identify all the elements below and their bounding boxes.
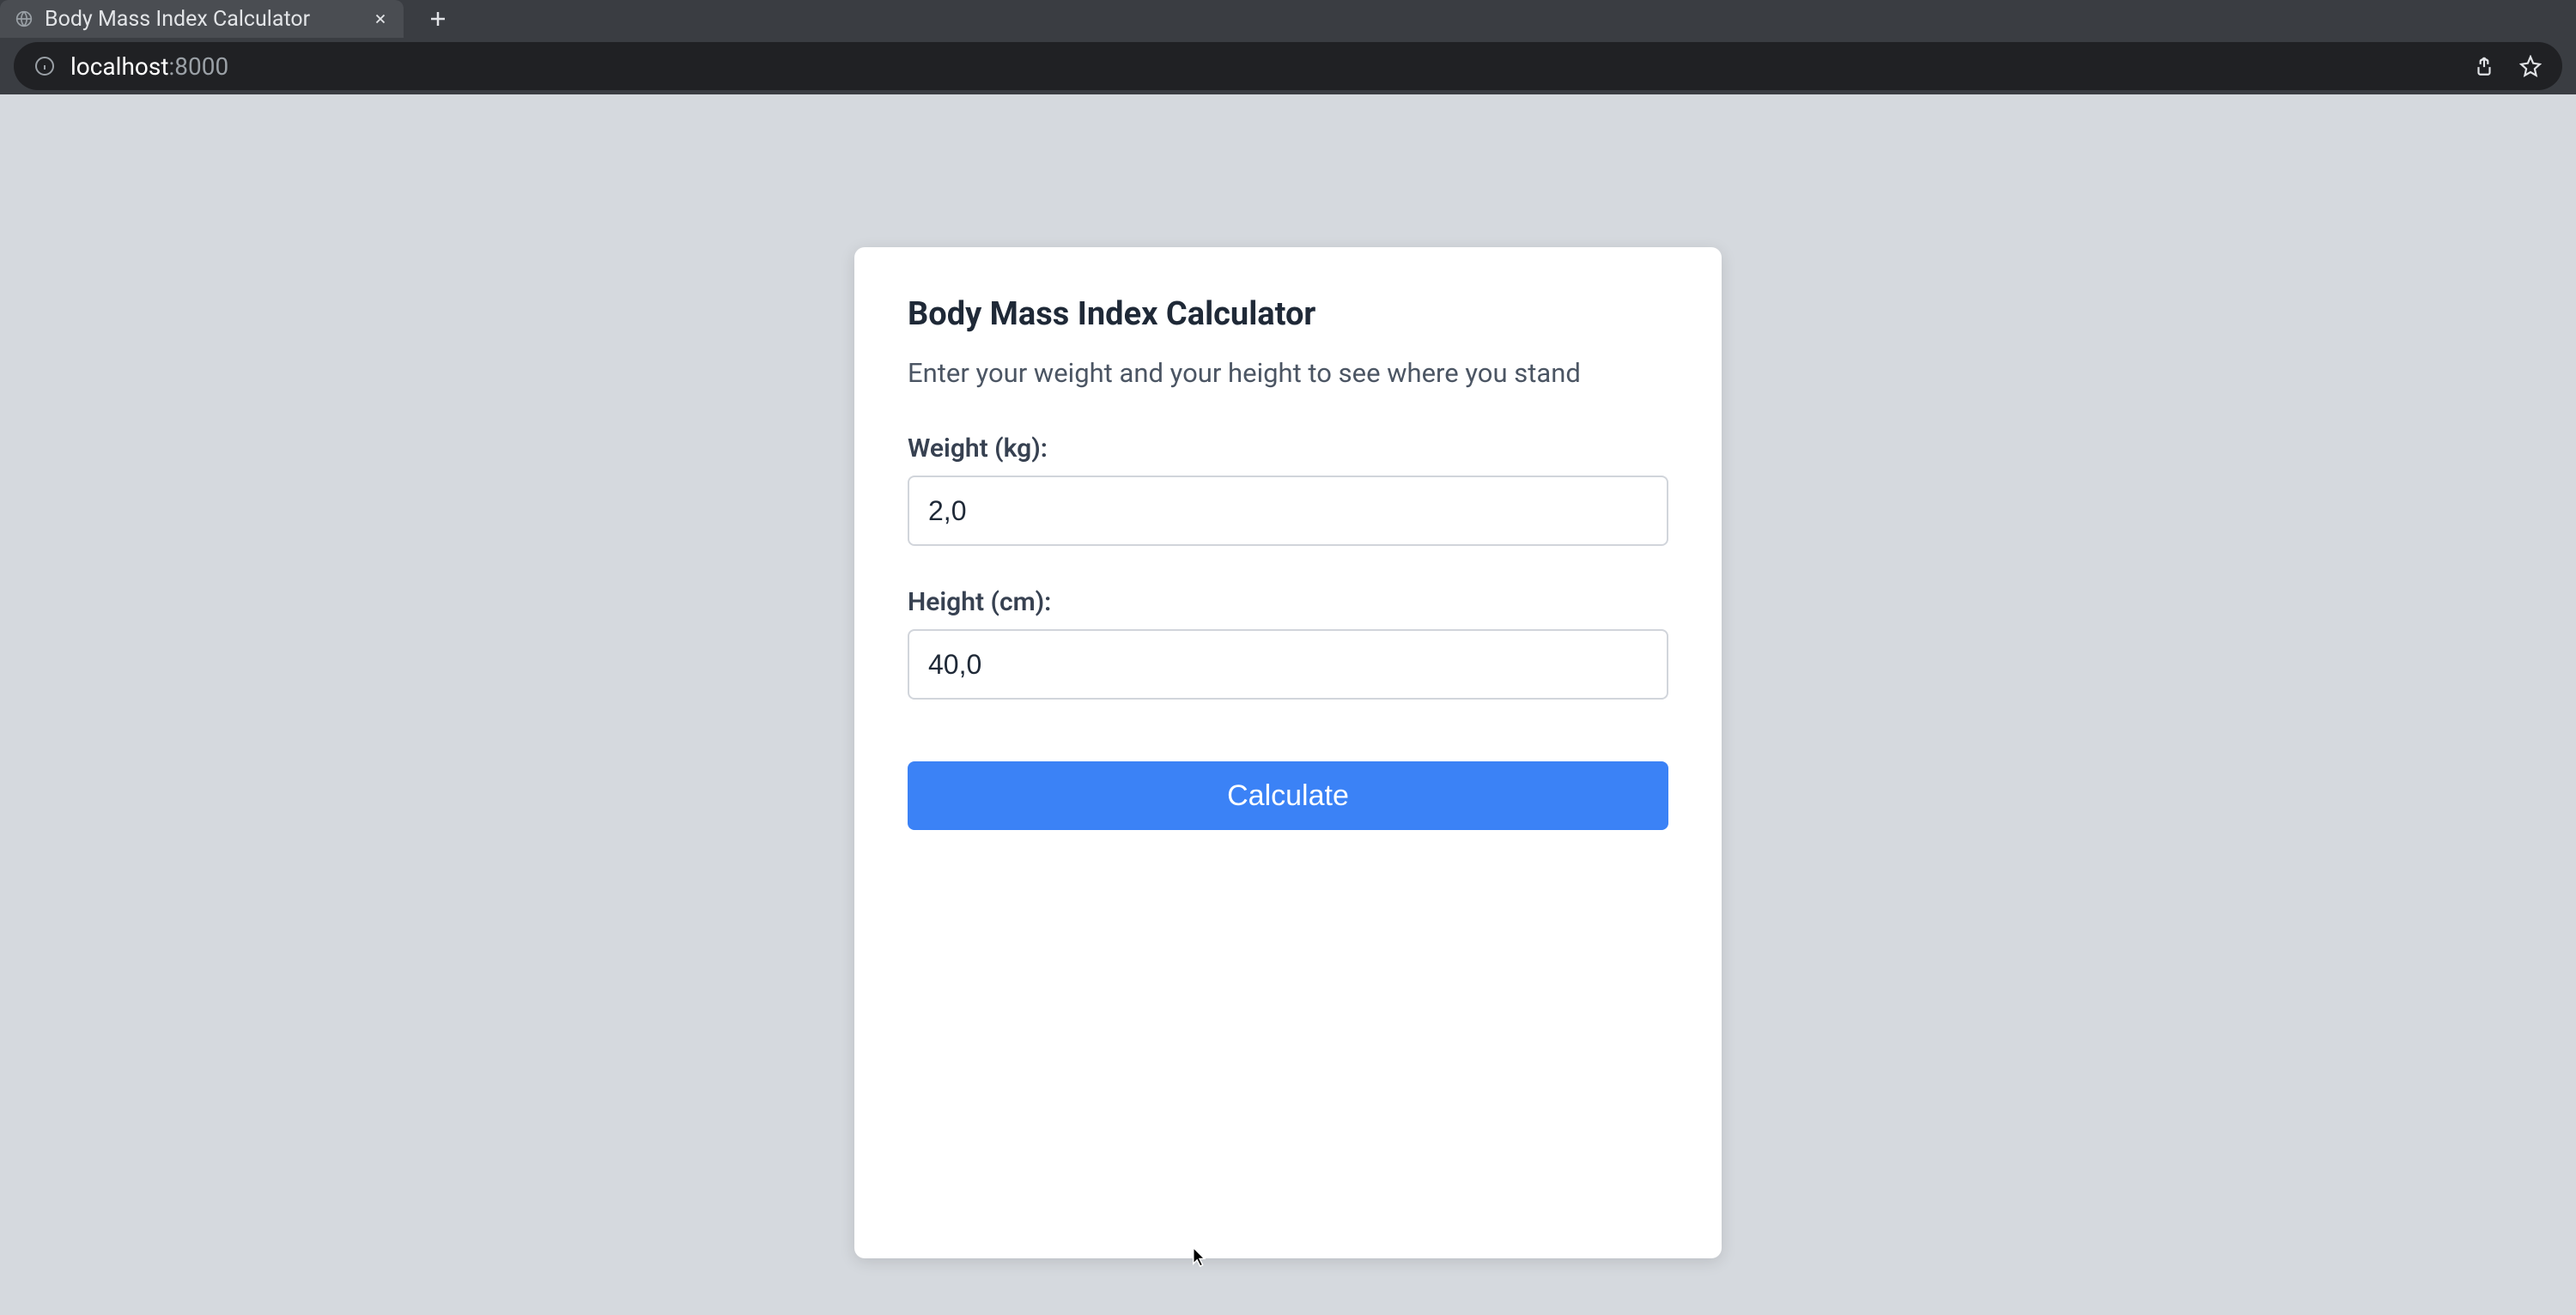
info-icon[interactable]: [34, 56, 55, 76]
height-input[interactable]: [908, 629, 1668, 700]
url-text: localhost:8000: [70, 52, 228, 81]
url-port: :8000: [168, 52, 228, 81]
page-content: Body Mass Index Calculator Enter your we…: [0, 76, 2576, 1258]
close-icon[interactable]: [373, 11, 388, 27]
card-title: Body Mass Index Calculator: [908, 295, 1668, 333]
weight-input[interactable]: [908, 476, 1668, 546]
globe-icon: [15, 10, 33, 27]
tab-title: Body Mass Index Calculator: [45, 7, 361, 32]
calculate-button[interactable]: Calculate: [908, 761, 1668, 830]
browser-tab[interactable]: Body Mass Index Calculator: [0, 0, 404, 38]
url-host: localhost: [70, 52, 168, 81]
tab-bar: Body Mass Index Calculator: [0, 0, 2576, 38]
bmi-card: Body Mass Index Calculator Enter your we…: [854, 247, 1722, 1258]
star-icon[interactable]: [2519, 55, 2542, 77]
address-bar[interactable]: localhost:8000: [14, 42, 2562, 90]
address-bar-actions: [2473, 55, 2542, 77]
browser-chrome: Body Mass Index Calculator localhost:80: [0, 0, 2576, 76]
weight-field-group: Weight (kg):: [908, 433, 1668, 546]
card-subtitle: Enter your weight and your height to see…: [908, 357, 1668, 389]
height-field-group: Height (cm):: [908, 587, 1668, 700]
height-label: Height (cm):: [908, 587, 1668, 617]
address-bar-row: localhost:8000: [0, 38, 2576, 94]
weight-label: Weight (kg):: [908, 433, 1668, 464]
new-tab-button[interactable]: [428, 9, 448, 29]
share-icon[interactable]: [2473, 55, 2495, 77]
